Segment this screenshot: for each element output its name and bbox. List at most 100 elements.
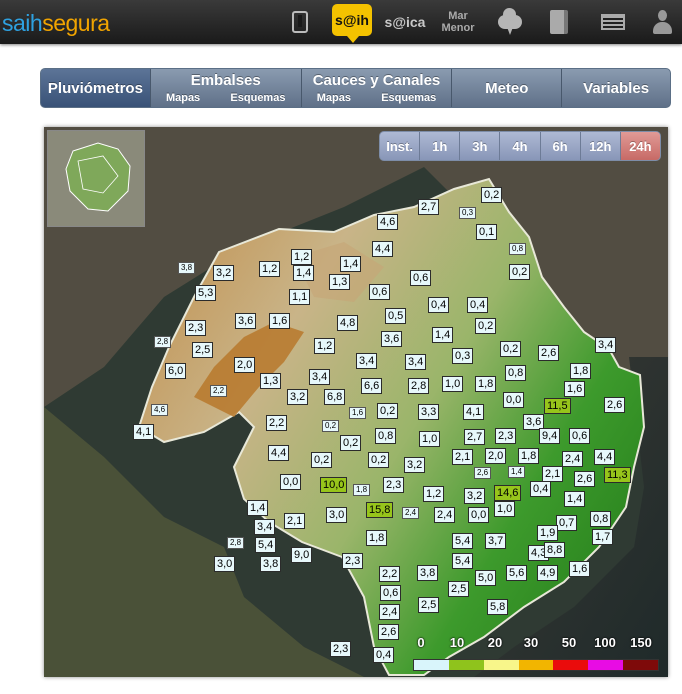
rain-gauge-reading[interactable]: 2,5 [192, 342, 214, 358]
rain-gauge-reading[interactable]: 3,6 [235, 313, 257, 329]
rain-gauge-reading[interactable]: 3,8 [417, 565, 439, 581]
rain-gauge-reading[interactable]: 9,4 [539, 428, 561, 444]
rain-gauge-reading[interactable]: 3,3 [418, 404, 440, 420]
rain-gauge-reading[interactable]: 1,8 [353, 484, 371, 496]
rain-gauge-reading[interactable]: 0,8 [509, 243, 527, 255]
rain-gauge-reading[interactable]: 2,0 [485, 448, 507, 464]
rain-gauge-reading[interactable]: 1,8 [366, 530, 388, 546]
rain-gauge-reading[interactable]: 4,1 [463, 404, 485, 420]
rain-gauge-reading[interactable]: 1,2 [259, 261, 281, 277]
rain-gauge-reading[interactable]: 3,2 [404, 457, 426, 473]
rain-gauge-reading[interactable]: 2,7 [464, 429, 486, 445]
nav-embalses-mapas[interactable]: Mapas [166, 92, 200, 104]
rain-gauge-reading[interactable]: 3,2 [213, 265, 235, 281]
time-4h-button[interactable]: 4h [499, 132, 539, 160]
book-icon[interactable] [548, 4, 570, 40]
rain-gauge-reading[interactable]: 11,3 [604, 467, 631, 483]
rain-gauge-reading[interactable]: 2,2 [379, 566, 401, 582]
rain-gauge-reading[interactable]: 2,6 [604, 397, 626, 413]
rain-gauge-reading[interactable]: 1,8 [475, 376, 497, 392]
rain-gauge-reading[interactable]: 1,6 [269, 313, 291, 329]
rain-gauge-reading[interactable]: 3,8 [178, 262, 196, 274]
rain-gauge-reading[interactable]: 2,5 [418, 597, 440, 613]
rain-gauge-reading[interactable]: 0,6 [410, 270, 432, 286]
time-24h-button[interactable]: 24h [619, 132, 660, 160]
rain-gauge-reading[interactable]: 2,1 [452, 449, 474, 465]
rain-gauge-reading[interactable]: 2,8 [408, 378, 430, 394]
rain-gauge-reading[interactable]: 3,4 [405, 354, 427, 370]
rain-gauge-reading[interactable]: 5,4 [255, 537, 277, 553]
rain-gauge-reading[interactable]: 4,9 [537, 565, 559, 581]
rain-gauge-reading[interactable]: 1,0 [419, 431, 441, 447]
rain-gauge-reading[interactable]: 5,6 [506, 565, 528, 581]
rain-gauge-reading[interactable]: 2,6 [474, 467, 492, 479]
rain-gauge-reading[interactable]: 1,4 [340, 256, 362, 272]
rain-gauge-reading[interactable]: 1,0 [442, 376, 464, 392]
rain-gauge-reading[interactable]: 2,2 [210, 385, 228, 397]
overview-minimap[interactable] [47, 130, 145, 227]
weather-cloud-icon[interactable] [495, 4, 525, 40]
rain-gauge-reading[interactable]: 2,1 [542, 466, 564, 482]
rain-gauge-reading[interactable]: 2,4 [379, 604, 401, 620]
nav-embalses-esquemas[interactable]: Esquemas [230, 92, 285, 104]
rain-gauge-reading[interactable]: 3,0 [214, 556, 236, 572]
rain-gauge-reading[interactable]: 4,6 [151, 404, 169, 416]
rain-gauge-reading[interactable]: 11,5 [544, 398, 571, 414]
rain-gauge-reading[interactable]: 0,6 [369, 284, 391, 300]
saih-icon[interactable]: s@ih [332, 4, 372, 43]
rain-gauge-reading[interactable]: 0,2 [475, 318, 497, 334]
time-3h-button[interactable]: 3h [459, 132, 499, 160]
rain-gauge-reading[interactable]: 1,2 [291, 249, 313, 265]
rain-gauge-reading[interactable]: 0,8 [505, 365, 527, 381]
rain-gauge-reading[interactable]: 1,7 [592, 529, 614, 545]
rain-gauge-reading[interactable]: 0,5 [385, 308, 407, 324]
rain-gauge-reading[interactable]: 5,8 [487, 599, 509, 615]
rain-gauge-reading[interactable]: 1,6 [564, 381, 586, 397]
rain-gauge-reading[interactable]: 0,6 [569, 428, 591, 444]
rain-gauge-reading[interactable]: 0,2 [481, 187, 503, 203]
rain-gauge-reading[interactable]: 0,3 [452, 348, 474, 364]
rain-gauge-reading[interactable]: 1,2 [423, 486, 445, 502]
rain-gauge-reading[interactable]: 0,2 [500, 341, 522, 357]
rain-gauge-reading[interactable]: 2,1 [284, 513, 306, 529]
rain-gauge-reading[interactable]: 0,2 [311, 452, 333, 468]
rain-gauge-reading[interactable]: 5,4 [452, 533, 474, 549]
rain-gauge-reading[interactable]: 2,3 [330, 641, 352, 657]
rain-gauge-reading[interactable]: 8,8 [544, 542, 566, 558]
nav-meteo[interactable]: Meteo [451, 69, 561, 107]
nav-variables[interactable]: Variables [561, 69, 670, 107]
brand-logo[interactable]: saihsegura [2, 10, 110, 37]
rain-gauge-reading[interactable]: 2,6 [378, 624, 400, 640]
rain-gauge-reading[interactable]: 3,8 [260, 556, 282, 572]
rain-gauge-reading[interactable]: 5,0 [475, 570, 497, 586]
rain-gauge-reading[interactable]: 0,2 [368, 452, 390, 468]
rain-gauge-reading[interactable]: 0,2 [322, 420, 340, 432]
rain-gauge-reading[interactable]: 0,6 [380, 585, 402, 601]
rain-gauge-reading[interactable]: 2,7 [418, 199, 440, 215]
rain-gauge-reading[interactable]: 0,0 [503, 392, 525, 408]
rain-gauge-reading[interactable]: 2,8 [154, 336, 172, 348]
rain-gauge-reading[interactable]: 1,8 [570, 363, 592, 379]
rain-gauge-reading[interactable]: 6,6 [361, 378, 383, 394]
nav-embalses[interactable]: Embalses Mapas Esquemas [149, 69, 301, 107]
rain-gauge-reading[interactable]: 2,2 [266, 415, 288, 431]
rain-gauge-reading[interactable]: 1,6 [349, 407, 367, 419]
tablet-icon[interactable] [288, 4, 312, 40]
rain-gauge-reading[interactable]: 1,4 [508, 466, 526, 478]
rain-gauge-reading[interactable]: 0,4 [467, 297, 489, 313]
rain-gauge-reading[interactable]: 2,3 [342, 553, 364, 569]
rainfall-map[interactable]: Inst. 1h 3h 4h 6h 12h 24h 0,2 2,7 0,3 4,6 0,… [44, 127, 668, 677]
rain-gauge-reading[interactable]: 3,7 [485, 533, 507, 549]
rain-gauge-reading[interactable]: 3,0 [326, 507, 348, 523]
rain-gauge-reading[interactable]: 5,3 [195, 285, 217, 301]
nav-cauces-esquemas[interactable]: Esquemas [381, 92, 436, 104]
rain-gauge-reading[interactable]: 2,3 [495, 428, 517, 444]
rain-gauge-reading[interactable]: 1,2 [314, 338, 336, 354]
rain-gauge-reading[interactable]: 3,4 [356, 353, 378, 369]
rain-gauge-reading[interactable]: 1,4 [432, 327, 454, 343]
rain-gauge-reading[interactable]: 4,4 [594, 449, 616, 465]
rain-gauge-reading[interactable]: 1,1 [289, 289, 311, 305]
rain-gauge-reading[interactable]: 9,0 [291, 547, 313, 563]
nav-cauces[interactable]: Cauces y Canales Mapas Esquemas [300, 69, 452, 107]
rain-gauge-reading[interactable]: 5,4 [452, 553, 474, 569]
